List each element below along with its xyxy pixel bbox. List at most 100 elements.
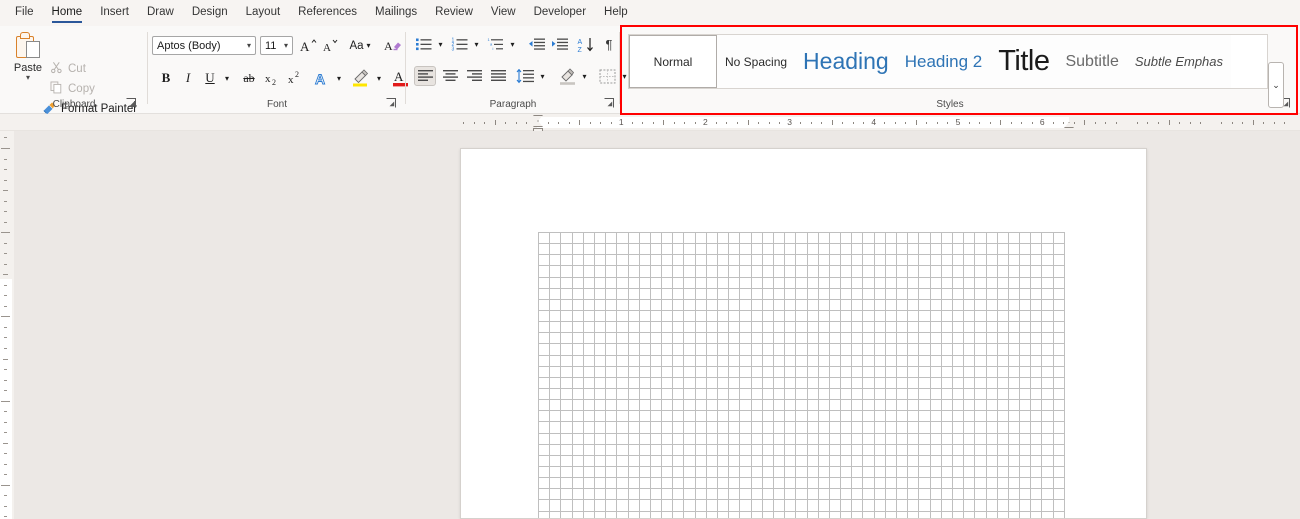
table-cell[interactable]: [874, 277, 886, 289]
table-cell[interactable]: [650, 233, 663, 245]
table-cell[interactable]: [885, 355, 897, 367]
table-cell[interactable]: [762, 355, 774, 367]
table-cell[interactable]: [885, 466, 897, 479]
table-cell[interactable]: [796, 411, 808, 423]
table-cell[interactable]: [986, 388, 998, 401]
subscript-button[interactable]: x2: [262, 68, 284, 88]
table-cell[interactable]: [796, 455, 808, 467]
table-cell[interactable]: [807, 355, 819, 367]
table-cell[interactable]: [539, 288, 551, 300]
table-cell[interactable]: [629, 511, 640, 518]
table-cell[interactable]: [796, 333, 808, 345]
table-cell[interactable]: [807, 455, 819, 467]
table-cell[interactable]: [740, 322, 752, 334]
table-cell[interactable]: [807, 422, 819, 434]
table-cell[interactable]: [931, 511, 942, 518]
table-cell[interactable]: [606, 388, 618, 401]
font-dialog-launcher-icon[interactable]: [386, 98, 398, 110]
table-cell[interactable]: [785, 433, 797, 445]
table-cell[interactable]: [1042, 489, 1054, 501]
table-cell[interactable]: [740, 233, 752, 245]
table-cell[interactable]: [695, 422, 707, 434]
table-cell[interactable]: [740, 277, 752, 289]
table-cell[interactable]: [762, 266, 774, 278]
table-cell[interactable]: [639, 478, 651, 490]
table-cell[interactable]: [1053, 377, 1065, 389]
table-cell[interactable]: [975, 377, 987, 389]
table-cell[interactable]: [572, 288, 584, 300]
table-cell[interactable]: [539, 489, 551, 501]
table-cell[interactable]: [606, 466, 618, 479]
table-cell[interactable]: [1042, 366, 1054, 378]
table-cell[interactable]: [684, 310, 696, 323]
table-row[interactable]: [539, 411, 1065, 423]
table-cell[interactable]: [572, 400, 584, 412]
table-cell[interactable]: [718, 366, 730, 378]
table-cell[interactable]: [751, 489, 763, 501]
table-cell[interactable]: [1053, 255, 1065, 267]
style-item-subtitle[interactable]: Subtitle: [1057, 35, 1127, 88]
table-row[interactable]: [539, 433, 1065, 445]
table-cell[interactable]: [662, 444, 674, 456]
table-cell[interactable]: [729, 244, 741, 256]
table-cell[interactable]: [829, 255, 842, 267]
table-cell[interactable]: [919, 455, 931, 467]
multilevel-dropdown[interactable]: ▾: [506, 35, 519, 54]
table-cell[interactable]: [1009, 511, 1021, 518]
table-cell[interactable]: [863, 277, 875, 289]
table-cell[interactable]: [852, 255, 864, 267]
table-cell[interactable]: [639, 433, 651, 445]
table-cell[interactable]: [964, 478, 976, 490]
table-cell[interactable]: [762, 366, 774, 378]
table-cell[interactable]: [930, 400, 942, 412]
table-cell[interactable]: [941, 500, 953, 512]
table-cell[interactable]: [628, 299, 640, 311]
table-cell[interactable]: [550, 455, 562, 467]
table-cell[interactable]: [819, 511, 830, 518]
table-cell[interactable]: [673, 455, 685, 467]
table-cell[interactable]: [606, 344, 618, 356]
table-cell[interactable]: [606, 422, 618, 434]
table-cell[interactable]: [584, 511, 595, 518]
table-cell[interactable]: [998, 511, 1009, 518]
table-cell[interactable]: [1020, 478, 1032, 490]
table-cell[interactable]: [751, 377, 763, 389]
table-cell[interactable]: [684, 255, 696, 267]
table-cell[interactable]: [1053, 433, 1065, 445]
table-cell[interactable]: [1053, 266, 1065, 278]
table-cell[interactable]: [1008, 266, 1021, 278]
table-cell[interactable]: [561, 444, 573, 456]
table-cell[interactable]: [796, 377, 808, 389]
table-cell[interactable]: [650, 310, 663, 323]
table-cell[interactable]: [986, 266, 998, 278]
table-cell[interactable]: [1053, 322, 1065, 334]
table-cell[interactable]: [1008, 478, 1021, 490]
table-cell[interactable]: [729, 388, 741, 401]
table-cell[interactable]: [695, 411, 707, 423]
table-cell[interactable]: [539, 511, 551, 518]
table-cell[interactable]: [952, 377, 965, 389]
table-cell[interactable]: [550, 310, 562, 323]
table-cell[interactable]: [550, 233, 562, 245]
table-cell[interactable]: [1053, 233, 1065, 245]
table-cell[interactable]: [673, 411, 685, 423]
table-cell[interactable]: [561, 277, 573, 289]
table-cell[interactable]: [807, 478, 819, 490]
table-cell[interactable]: [651, 511, 663, 518]
table-cell[interactable]: [941, 433, 953, 445]
table-cell[interactable]: [818, 433, 830, 445]
table-cell[interactable]: [874, 366, 886, 378]
table-cell[interactable]: [773, 344, 786, 356]
table-cell[interactable]: [729, 266, 741, 278]
table-cell[interactable]: [639, 299, 651, 311]
table-cell[interactable]: [639, 466, 651, 479]
table-cell[interactable]: [594, 277, 607, 289]
table-cell[interactable]: [606, 277, 618, 289]
table-cell[interactable]: [975, 478, 987, 490]
table-cell[interactable]: [561, 400, 573, 412]
table-cell[interactable]: [975, 466, 987, 479]
table-cell[interactable]: [706, 333, 718, 345]
table-cell[interactable]: [975, 422, 987, 434]
table-cell[interactable]: [684, 366, 696, 378]
table-cell[interactable]: [1031, 299, 1043, 311]
